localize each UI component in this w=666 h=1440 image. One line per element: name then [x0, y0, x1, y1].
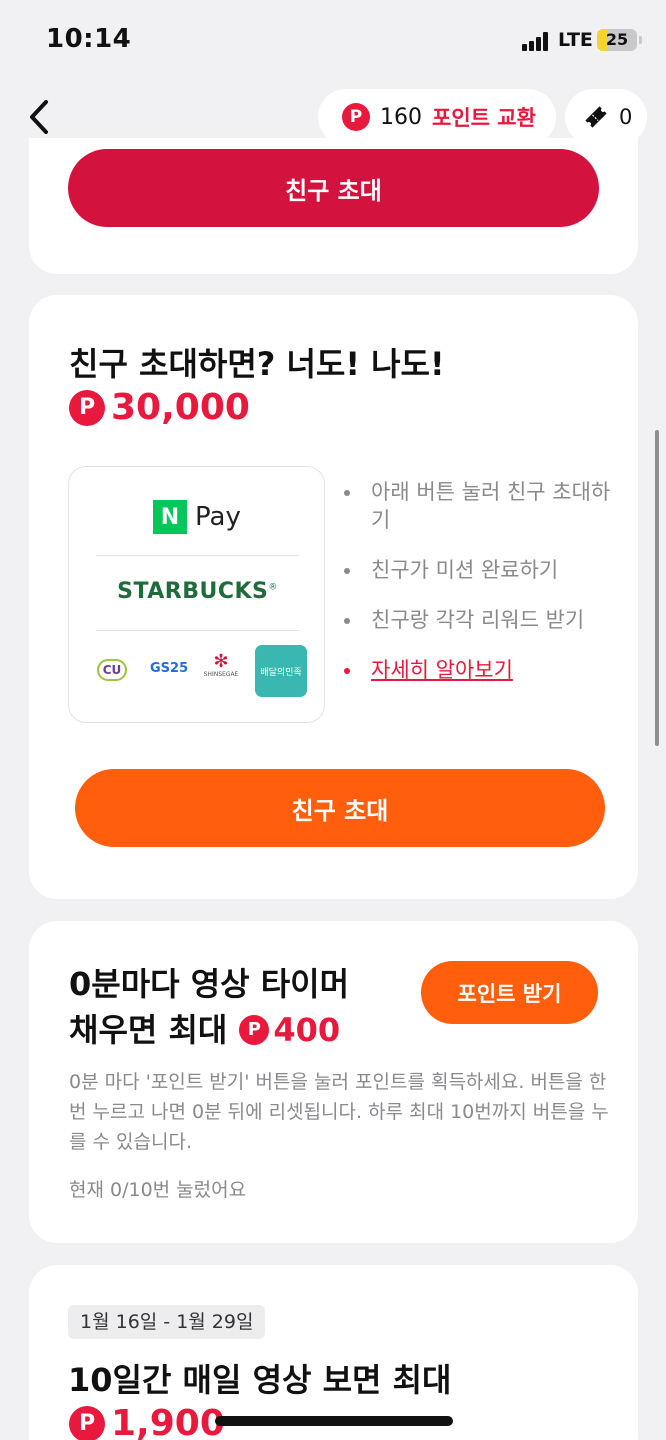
- naver-pay-n: N: [153, 500, 187, 534]
- daily-video-card: 1월 16일 - 1월 29일 10일간 매일 영상 보면 최대 P 1,900: [29, 1265, 638, 1440]
- daily-reward-amount: 1,900: [111, 1403, 225, 1440]
- invite-friend-button[interactable]: 친구 초대: [75, 769, 605, 847]
- naver-pay-logo: N Pay: [153, 500, 241, 534]
- reward-brands-box: N Pay STARBUCKS® CU GS25 ✻ SHINSEGAE 배달의…: [68, 466, 325, 723]
- shinsegae-text: SHINSEGAE: [203, 671, 239, 678]
- timer-title-line2-text: 채우면 최대: [69, 1011, 228, 1049]
- video-timer-card: 0분마다 영상 타이머 채우면 최대 P 400 포인트 받기 0분 마다 '포…: [29, 921, 638, 1243]
- daily-title: 10일간 매일 영상 보면 최대: [68, 1361, 452, 1399]
- get-points-button[interactable]: 포인트 받기: [421, 961, 598, 1024]
- invite-title: 친구 초대하면? 너도! 나도!: [69, 345, 445, 383]
- invite-reward-amount: 30,000: [111, 387, 250, 428]
- invite-step-3: 친구랑 각각 리워드 받기: [343, 606, 613, 634]
- shinsegae-flower-icon: ✻: [213, 651, 229, 672]
- timer-title-line1: 0분마다 영상 타이머: [69, 965, 350, 1003]
- date-range-badge: 1월 16일 - 1월 29일: [68, 1305, 266, 1339]
- starbucks-logo: STARBUCKS®: [69, 579, 326, 604]
- gs25-logo: GS25: [150, 661, 189, 676]
- cu-logo: CU: [97, 659, 127, 681]
- status-time: 10:14: [46, 24, 132, 54]
- point-coin-icon: P: [69, 1405, 105, 1440]
- timer-reward: P 400: [239, 1007, 340, 1053]
- points-count: 160: [380, 104, 422, 130]
- home-indicator[interactable]: [215, 1416, 453, 1426]
- divider: [96, 630, 299, 631]
- chevron-left-icon: [30, 100, 48, 134]
- invite-step-2: 친구가 미션 완료하기: [343, 556, 613, 584]
- points-exchange-pill[interactable]: P 160 포인트 교환: [318, 89, 556, 145]
- daily-reward: P 1,900: [69, 1403, 225, 1440]
- invite-reward: P 30,000: [69, 387, 250, 428]
- starbucks-text: STARBUCKS: [117, 579, 269, 604]
- baemin-logo: 배달의민족: [255, 645, 307, 697]
- signal-icon: [522, 31, 552, 51]
- registered-mark: ®: [268, 582, 278, 593]
- timer-title: 0분마다 영상 타이머 채우면 최대 P 400: [69, 961, 349, 1053]
- scrollbar[interactable]: [655, 430, 659, 746]
- point-coin-icon: P: [342, 103, 370, 131]
- network-label: LTE: [558, 29, 593, 51]
- point-coin-icon: P: [239, 1015, 270, 1045]
- battery-tip: [639, 36, 642, 44]
- battery-icon: 25: [597, 29, 637, 51]
- back-button[interactable]: [22, 96, 58, 138]
- small-brands-row: CU GS25 ✻ SHINSEGAE 배달의민족: [93, 645, 308, 697]
- invite-steps: 아래 버튼 눌러 친구 초대하기 친구가 미션 완료하기 친구랑 각각 리워드 …: [343, 478, 613, 706]
- invite-top-card: 친구 초대: [29, 138, 638, 274]
- shinsegae-logo: ✻ SHINSEGAE: [199, 651, 243, 679]
- battery-level: 25: [605, 30, 629, 49]
- ticket-count: 0: [619, 105, 633, 129]
- invite-step-1: 아래 버튼 눌러 친구 초대하기: [343, 478, 613, 534]
- divider: [96, 555, 299, 556]
- ticket-icon: [585, 106, 607, 128]
- point-coin-icon: P: [69, 389, 105, 426]
- invite-card: 친구 초대하면? 너도! 나도! P 30,000 N Pay STARBUCK…: [29, 295, 638, 899]
- ticket-pill[interactable]: 0: [565, 89, 647, 145]
- invite-friend-button-top[interactable]: 친구 초대: [68, 149, 599, 227]
- points-exchange-label: 포인트 교환: [432, 106, 536, 130]
- timer-title-line2: 채우면 최대 P 400: [69, 1007, 349, 1053]
- timer-reward-amount: 400: [273, 1011, 341, 1049]
- naver-pay-text: Pay: [195, 502, 241, 532]
- learn-more-link[interactable]: 자세히 알아보기: [343, 656, 613, 684]
- status-bar: 10:14 LTE 25: [0, 0, 666, 84]
- timer-status: 현재 0/10번 눌렀어요: [69, 1179, 247, 1201]
- timer-description: 0분 마다 '포인트 받기' 버튼을 눌러 포인트를 획득하세요. 버튼을 한번…: [69, 1071, 609, 1153]
